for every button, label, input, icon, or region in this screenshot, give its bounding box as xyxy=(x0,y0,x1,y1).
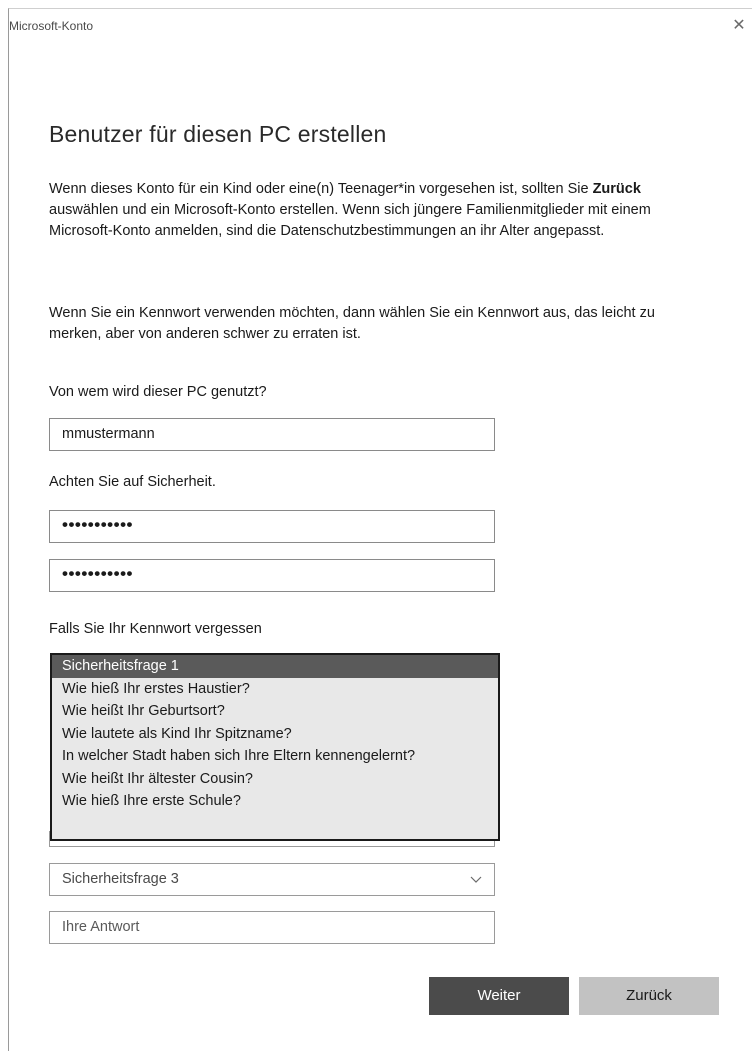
title-bar: Microsoft-Konto ✕ xyxy=(9,9,752,41)
dropdown-option[interactable]: In welcher Stadt haben sich Ihre Eltern … xyxy=(52,745,498,768)
recovery-label: Falls Sie Ihr Kennwort vergessen xyxy=(49,621,262,637)
next-button[interactable]: Weiter xyxy=(429,977,569,1015)
password-hint: Wenn Sie ein Kennwort verwenden möchten,… xyxy=(49,305,655,342)
back-button[interactable]: Zurück xyxy=(579,977,719,1015)
security-question-1-dropdown[interactable]: Sicherheitsfrage 1 Wie hieß Ihr erstes H… xyxy=(50,653,500,841)
user-label: Von wem wird dieser PC genutzt? xyxy=(49,384,267,400)
dropdown-option[interactable]: Sicherheitsfrage 1 xyxy=(52,655,498,678)
page-title: Benutzer für diesen PC erstellen xyxy=(49,121,387,147)
close-icon[interactable]: ✕ xyxy=(726,13,752,39)
dropdown-option[interactable]: Wie hieß Ihr erstes Haustier? xyxy=(52,678,498,701)
dropdown-option[interactable]: Wie heißt Ihr ältester Cousin? xyxy=(52,768,498,791)
intro-text: Wenn dieses Konto für ein Kind oder eine… xyxy=(49,181,651,239)
answer-field[interactable]: Ihre Antwort xyxy=(49,911,495,944)
dropdown-option[interactable]: Wie heißt Ihr Geburtsort? xyxy=(52,700,498,723)
username-field[interactable]: mmustermann xyxy=(49,418,495,451)
security-question-3-select[interactable]: Sicherheitsfrage 3 xyxy=(49,863,495,896)
password-field[interactable]: ••••••••••• xyxy=(49,510,495,543)
chevron-down-icon xyxy=(470,865,482,906)
security-label: Achten Sie auf Sicherheit. xyxy=(49,474,216,490)
dropdown-option[interactable]: Wie lautete als Kind Ihr Spitzname? xyxy=(52,723,498,746)
dropdown-option[interactable]: Wie hieß Ihre erste Schule? xyxy=(52,790,498,813)
select-value: Sicherheitsfrage 3 xyxy=(62,871,179,887)
dialog-window: Microsoft-Konto ✕ Benutzer für diesen PC… xyxy=(8,8,752,1051)
confirm-password-field[interactable]: ••••••••••• xyxy=(49,559,495,592)
window-title: Microsoft-Konto xyxy=(9,19,94,33)
